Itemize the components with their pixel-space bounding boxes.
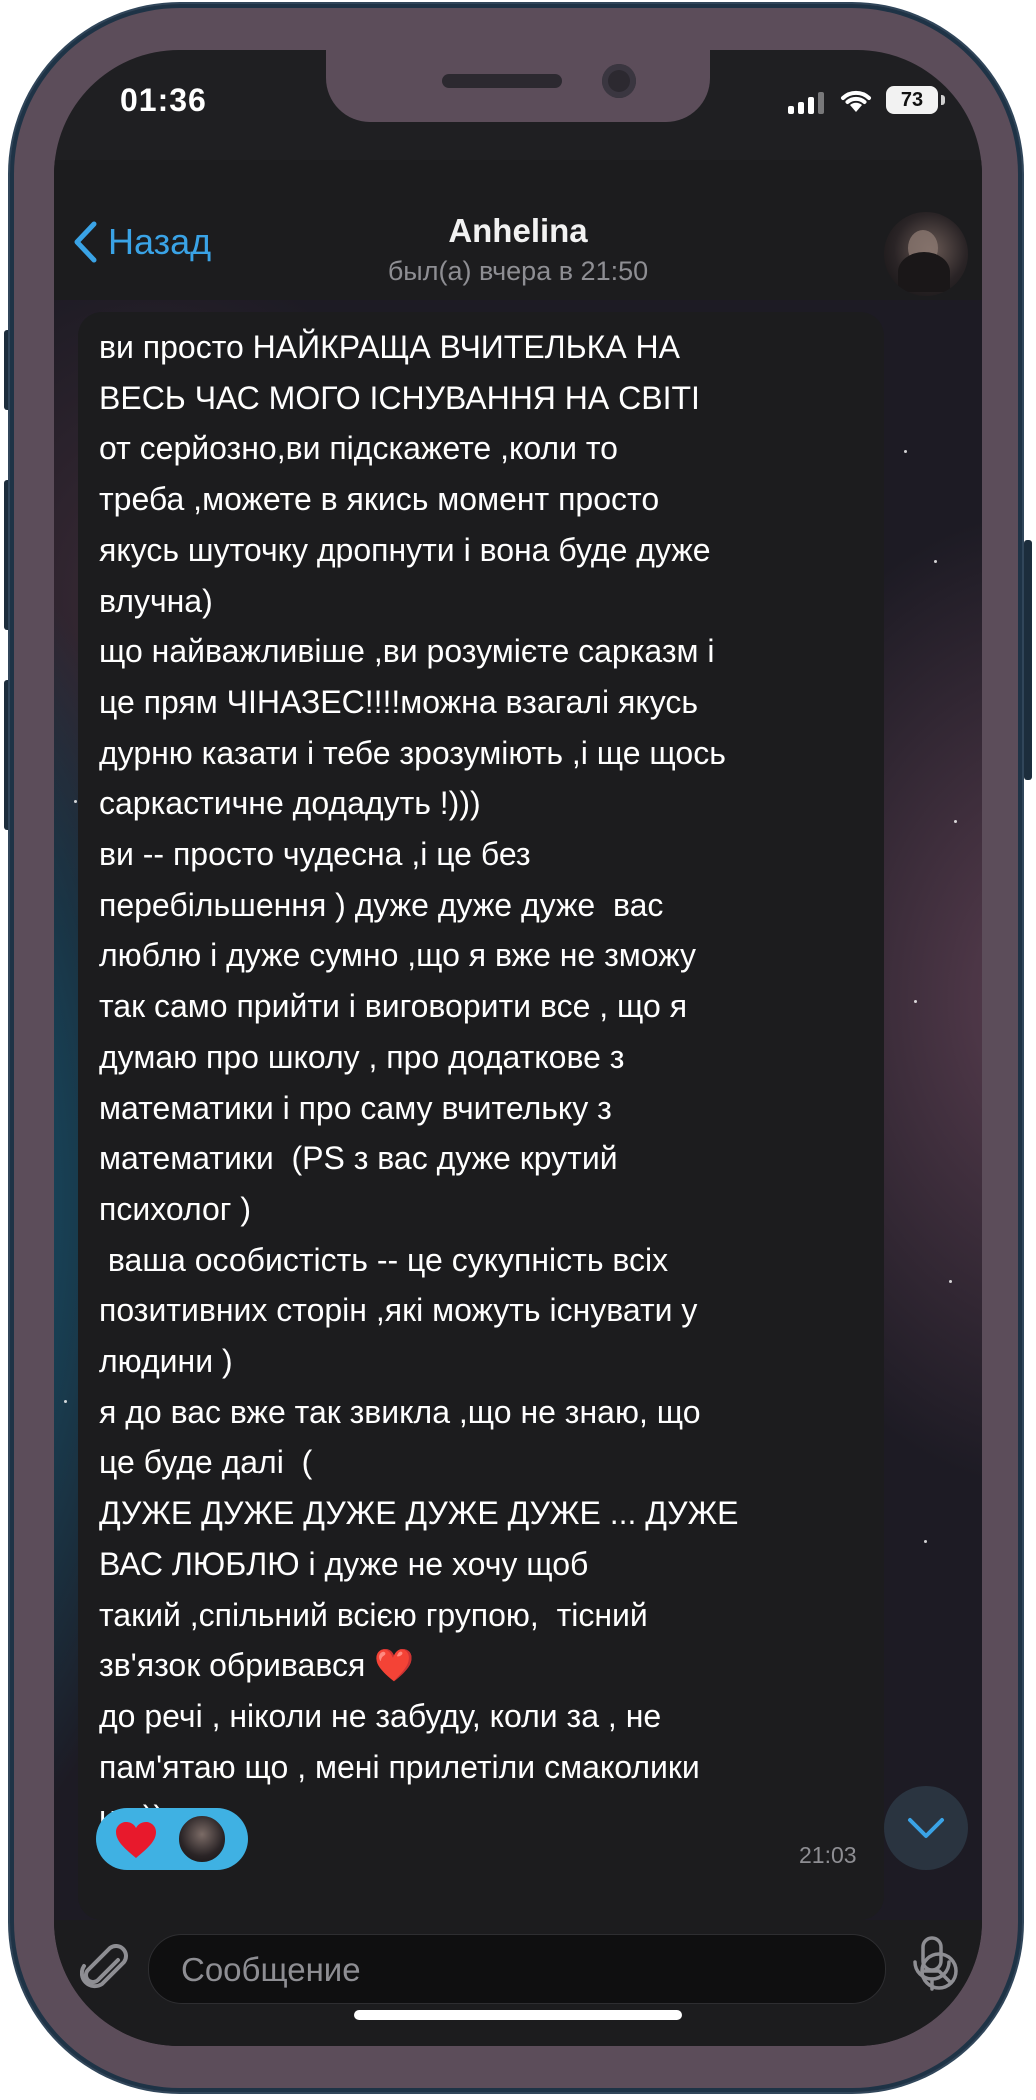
status-time: 01:36 — [120, 82, 207, 118]
contact-avatar[interactable] — [884, 212, 968, 296]
reaction-badge[interactable] — [96, 1808, 248, 1870]
cellular-signal-icon — [788, 92, 824, 114]
message-text: ви просто НАЙКРАЩА ВЧИТЕЛЬКА НА ВЕСЬ ЧАС… — [99, 329, 739, 1835]
red-heart-icon — [116, 1822, 156, 1858]
last-seen-status: был(а) вчера в 21:50 — [387, 256, 649, 286]
message-input[interactable] — [148, 1934, 958, 2005]
battery-indicator: 73 — [886, 86, 945, 114]
wifi-icon — [841, 90, 871, 112]
microphone-icon[interactable] — [910, 1934, 954, 1994]
reactor-avatar — [176, 1813, 228, 1865]
scroll-down-button[interactable] — [884, 1786, 968, 1870]
phone-screen: 01:36 73 Назад Anhelina был(а) вчера в 2… — [54, 50, 982, 2046]
contact-name[interactable]: Anhelina — [54, 212, 982, 250]
message-input-bar — [54, 1920, 982, 2046]
message-time: 21:03 — [799, 1842, 857, 1868]
power-button — [1024, 540, 1032, 780]
home-indicator[interactable] — [354, 2010, 682, 2020]
front-camera — [602, 64, 636, 98]
message-text-field[interactable] — [179, 1935, 783, 2005]
chevron-down-icon — [908, 1818, 944, 1838]
notch — [326, 50, 710, 122]
chat-header: Назад Anhelina был(а) вчера в 21:50 — [54, 160, 982, 300]
speaker-grille — [442, 74, 562, 88]
attachment-icon[interactable] — [80, 1940, 132, 1996]
